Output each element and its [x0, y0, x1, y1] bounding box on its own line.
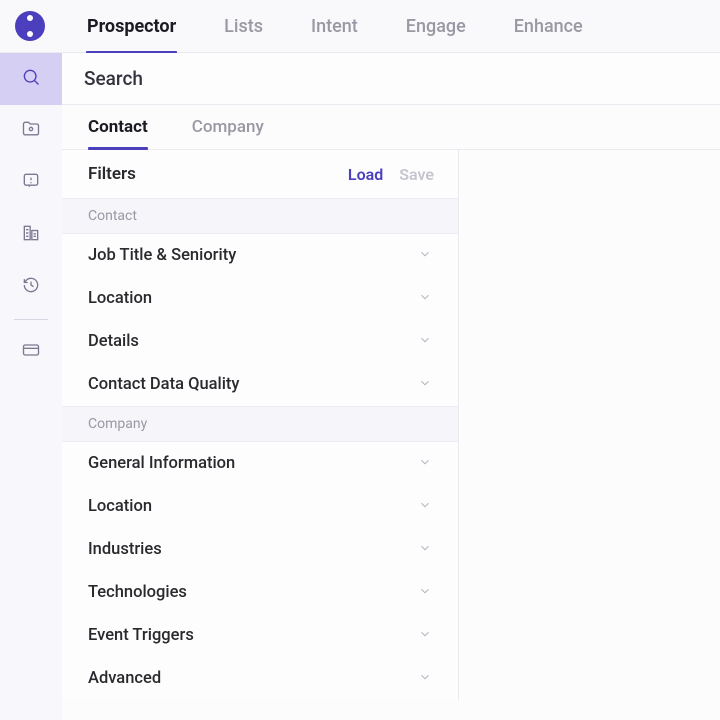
filter-label: Contact Data Quality — [88, 375, 240, 394]
filter-details[interactable]: Details — [62, 320, 458, 363]
load-button[interactable]: Load — [348, 165, 383, 184]
filter-section-contact-label: Contact — [62, 198, 458, 234]
left-sidebar — [0, 53, 62, 720]
filters-title: Filters — [88, 164, 136, 184]
sidebar-contacts[interactable] — [0, 105, 62, 157]
chevron-down-icon — [418, 454, 432, 473]
filter-label: Industries — [88, 540, 162, 559]
chevron-down-icon — [418, 497, 432, 516]
search-icon — [21, 67, 41, 91]
chevron-down-icon — [418, 583, 432, 602]
filter-subtabs: Contact Company — [62, 105, 720, 150]
filter-label: Job Title & Seniority — [88, 246, 236, 265]
nav-enhance[interactable]: Enhance — [514, 16, 583, 37]
filter-label: Details — [88, 332, 139, 351]
chevron-down-icon — [418, 246, 432, 265]
top-nav: Prospector Lists Intent Engage Enhance — [0, 0, 720, 53]
filter-company-location[interactable]: Location — [62, 485, 458, 528]
chevron-down-icon — [418, 669, 432, 688]
chevron-down-icon — [418, 540, 432, 559]
sidebar-search[interactable] — [0, 53, 62, 105]
subtab-contact[interactable]: Contact — [88, 117, 148, 149]
chevron-down-icon — [418, 332, 432, 351]
filters-header: Filters Load Save — [62, 150, 458, 198]
filter-data-quality[interactable]: Contact Data Quality — [62, 363, 458, 406]
contact-folder-icon — [21, 119, 41, 143]
chevron-down-icon — [418, 375, 432, 394]
nav-prospector[interactable]: Prospector — [87, 16, 176, 37]
search-input[interactable]: Search — [62, 53, 720, 105]
nav-intent[interactable]: Intent — [311, 16, 358, 37]
filter-label: Location — [88, 497, 152, 516]
history-icon — [21, 275, 41, 299]
filter-contact-location[interactable]: Location — [62, 277, 458, 320]
top-nav-items: Prospector Lists Intent Engage Enhance — [87, 16, 583, 37]
nav-lists[interactable]: Lists — [224, 16, 263, 37]
filter-advanced[interactable]: Advanced — [62, 657, 458, 700]
filter-label: Technologies — [88, 583, 187, 602]
filter-label: General Information — [88, 454, 235, 473]
filter-general-info[interactable]: General Information — [62, 442, 458, 485]
filter-section-company-label: Company — [62, 406, 458, 442]
main-area: Search Contact Company Filters Load Save… — [62, 53, 720, 720]
subtab-company[interactable]: Company — [192, 117, 264, 149]
filter-label: Location — [88, 289, 152, 308]
sidebar-companies[interactable] — [0, 209, 62, 261]
nav-engage[interactable]: Engage — [406, 16, 466, 37]
sidebar-history[interactable] — [0, 261, 62, 313]
chevron-down-icon — [418, 626, 432, 645]
filter-industries[interactable]: Industries — [62, 528, 458, 571]
filters-panel: Filters Load Save Contact Job Title & Se… — [62, 150, 459, 700]
save-button[interactable]: Save — [399, 165, 434, 184]
chevron-down-icon — [418, 289, 432, 308]
sidebar-divider — [14, 319, 48, 320]
filter-label: Advanced — [88, 669, 161, 688]
sidebar-alerts[interactable] — [0, 157, 62, 209]
building-icon — [21, 223, 41, 247]
sidebar-billing[interactable] — [0, 326, 62, 378]
card-icon — [21, 340, 41, 364]
filter-job-title[interactable]: Job Title & Seniority — [62, 234, 458, 277]
filter-event-triggers[interactable]: Event Triggers — [62, 614, 458, 657]
app-logo[interactable] — [15, 11, 45, 41]
alert-icon — [21, 171, 41, 195]
filters-actions: Load Save — [348, 165, 434, 184]
filter-label: Event Triggers — [88, 626, 194, 645]
filter-technologies[interactable]: Technologies — [62, 571, 458, 614]
